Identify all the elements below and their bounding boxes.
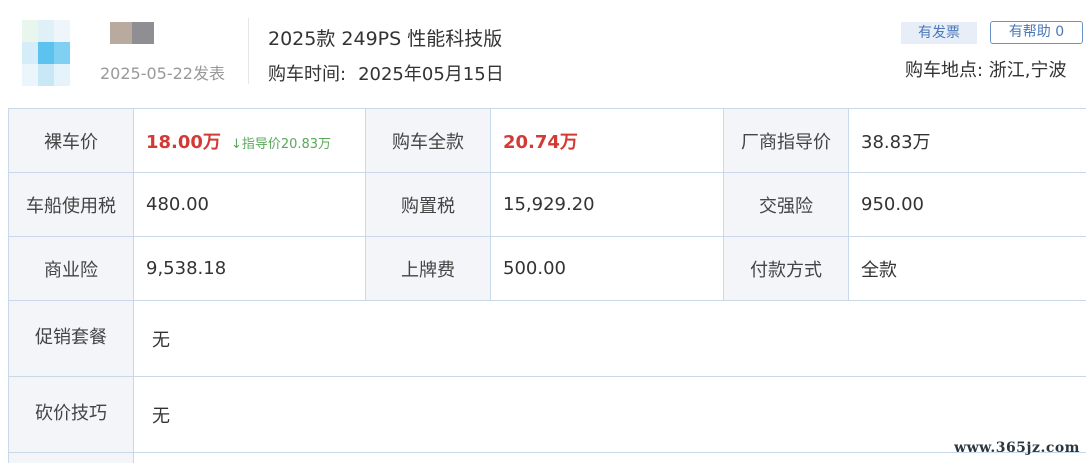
- buy-place: 购车地点: 浙江,宁波: [905, 60, 1067, 81]
- msrp-value: 38.83万: [848, 108, 1086, 173]
- label-plate-fee: 上牌费: [365, 236, 491, 301]
- table-row: [8, 452, 1086, 463]
- bare-price-value: 18.00万: [146, 131, 221, 153]
- vessel-tax-value: 480.00: [133, 172, 366, 237]
- label-compulsory-insurance: 交强险: [723, 172, 849, 237]
- username-pixel: [132, 22, 154, 44]
- table-row: 裸车价 18.00万 ↓指导价20.83万 购车全款 20.74万 厂商指导价 3…: [8, 108, 1086, 173]
- empty-cell: [133, 452, 1086, 463]
- promotion-value: 无: [133, 300, 1086, 377]
- purchase-tax-value: 15,929.20: [490, 172, 724, 237]
- user-avatar[interactable]: [22, 20, 70, 86]
- total-price-value: 20.74万: [503, 131, 578, 153]
- table-row: 促销套餐 无: [8, 300, 1086, 377]
- invoice-badge: 有发票: [901, 22, 977, 44]
- divider: [248, 18, 249, 84]
- label-empty: [8, 452, 134, 463]
- label-commercial-insurance: 商业险: [8, 236, 134, 301]
- commercial-insurance-value: 9,538.18: [133, 236, 366, 301]
- compulsory-insurance-value: 950.00: [848, 172, 1086, 237]
- label-payment-method: 付款方式: [723, 236, 849, 301]
- label-bare-price: 裸车价: [8, 108, 134, 173]
- review-header: 2025-05-22发表 2025款 249PS 性能科技版 购车时间: 2025…: [0, 0, 1086, 108]
- total-price-cell: 20.74万: [490, 108, 724, 173]
- table-row: 砍价技巧 无: [8, 376, 1086, 453]
- table-row: 车船使用税 480.00 购置税 15,929.20 交强险 950.00: [8, 172, 1086, 237]
- buy-time: 购车时间: 2025年05月15日: [268, 60, 504, 86]
- plate-fee-value: 500.00: [490, 236, 724, 301]
- payment-method-value: 全款: [848, 236, 1086, 301]
- bargain-tips-value: 无: [133, 376, 1086, 453]
- label-purchase-tax: 购置税: [365, 172, 491, 237]
- post-date: 2025-05-22发表: [100, 64, 225, 83]
- price-table: 裸车价 18.00万 ↓指导价20.83万 购车全款 20.74万 厂商指导价 3…: [8, 108, 1086, 463]
- site-watermark: www.365jz.com: [954, 440, 1080, 456]
- guide-price-note: ↓指导价20.83万: [230, 136, 332, 152]
- table-row: 商业险 9,538.18 上牌费 500.00 付款方式 全款: [8, 236, 1086, 301]
- label-total-price: 购车全款: [365, 108, 491, 173]
- username-blurred[interactable]: [110, 22, 154, 44]
- username-pixel: [110, 22, 132, 44]
- bare-price-cell: 18.00万 ↓指导价20.83万: [133, 108, 366, 173]
- helpful-button[interactable]: 有帮助 0: [990, 21, 1083, 44]
- label-promotion: 促销套餐: [8, 300, 134, 377]
- buy-time-value: 2025年05月15日: [358, 64, 504, 85]
- label-msrp: 厂商指导价: [723, 108, 849, 173]
- car-model[interactable]: 2025款 249PS 性能科技版: [268, 24, 502, 51]
- label-bargain-tips: 砍价技巧: [8, 376, 134, 453]
- label-vessel-tax: 车船使用税: [8, 172, 134, 237]
- buy-time-label: 购车时间:: [268, 64, 347, 85]
